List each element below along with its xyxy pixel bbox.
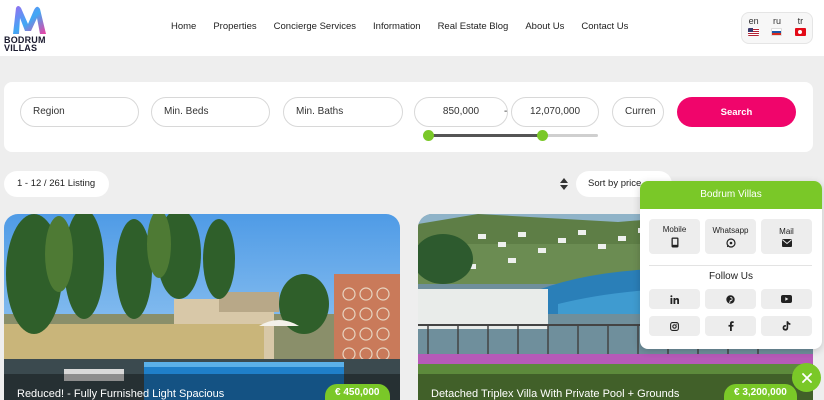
- price-min-input[interactable]: 850,000: [414, 97, 508, 127]
- lang-code: tr: [797, 16, 804, 26]
- phone-icon: [671, 237, 678, 248]
- price-max-input[interactable]: 12,070,000: [511, 97, 599, 127]
- site-header: BODRUM VILLAS Home Properties Concierge …: [0, 0, 824, 56]
- nav-about-us[interactable]: About Us: [525, 21, 564, 32]
- whatsapp-label: Whatsapp: [712, 225, 749, 235]
- main-nav: Home Properties Concierge Services Infor…: [171, 21, 628, 32]
- facebook-icon: [728, 321, 734, 331]
- property-title[interactable]: Reduced! - Fully Furnished Light Spaciou…: [17, 388, 224, 400]
- lang-tr[interactable]: tr: [794, 16, 806, 43]
- youtube-button[interactable]: [761, 289, 812, 309]
- close-icon: [801, 372, 812, 383]
- sort-arrows-icon[interactable]: [559, 177, 569, 191]
- youtube-icon: [781, 295, 792, 303]
- mobile-label: Mobile: [662, 225, 687, 234]
- lang-ru[interactable]: ru: [771, 16, 783, 43]
- bodrum-villas-logo[interactable]: BODRUM VILLAS: [4, 4, 56, 54]
- nav-information[interactable]: Information: [373, 21, 421, 32]
- nav-properties[interactable]: Properties: [213, 21, 256, 32]
- turkey-flag-icon: [794, 28, 806, 36]
- instagram-button[interactable]: [649, 316, 700, 336]
- facebook-button[interactable]: [705, 316, 756, 336]
- mobile-button[interactable]: Mobile: [649, 219, 700, 254]
- mail-icon: [781, 238, 792, 247]
- property-card[interactable]: Reduced! - Fully Furnished Light Spaciou…: [4, 214, 400, 400]
- currency-select[interactable]: Curren: [612, 97, 664, 127]
- pinterest-button[interactable]: [705, 289, 756, 309]
- search-panel: Region Min. Beds Min. Baths 850,000 - 12…: [4, 82, 813, 152]
- uk-flag-icon: [748, 28, 760, 36]
- property-photo: [4, 214, 400, 400]
- lang-code: ru: [772, 16, 781, 26]
- listing-count: 1 - 12 / 261 Listing: [4, 171, 109, 197]
- lang-en[interactable]: en: [748, 16, 760, 43]
- nav-concierge-services[interactable]: Concierge Services: [274, 21, 356, 32]
- price-range-separator: -: [504, 106, 508, 117]
- whatsapp-button[interactable]: Whatsapp: [705, 219, 756, 254]
- linkedin-button[interactable]: [649, 289, 700, 309]
- nav-home[interactable]: Home: [171, 21, 196, 32]
- price-slider-range: [428, 134, 543, 137]
- min-beds-select[interactable]: Min. Beds: [151, 97, 270, 127]
- mail-label: Mail: [779, 226, 794, 236]
- logo-mark-icon: [13, 6, 46, 34]
- price-slider-max-handle[interactable]: [537, 130, 548, 141]
- language-switcher: en ru tr: [741, 12, 813, 44]
- nav-contact-us[interactable]: Contact Us: [581, 21, 628, 32]
- widget-divider: [649, 265, 812, 266]
- follow-us-heading: Follow Us: [709, 271, 753, 282]
- tiktok-button[interactable]: [761, 316, 812, 336]
- pinterest-icon: [726, 294, 735, 304]
- whatsapp-icon: [725, 237, 736, 248]
- lang-code: en: [748, 16, 759, 26]
- contact-widget: Bodrum Villas Mobile Whatsapp Mail Follo…: [640, 181, 822, 349]
- min-baths-select[interactable]: Min. Baths: [283, 97, 403, 127]
- price-slider-min-handle[interactable]: [423, 130, 434, 141]
- instagram-icon: [670, 321, 679, 331]
- search-button[interactable]: Search: [677, 97, 796, 127]
- region-select[interactable]: Region: [20, 97, 139, 127]
- linkedin-icon: [670, 294, 679, 304]
- logo-text: BODRUM VILLAS: [4, 35, 46, 53]
- russia-flag-icon: [771, 28, 783, 36]
- nav-real-estate-blog[interactable]: Real Estate Blog: [438, 21, 509, 32]
- widget-title: Bodrum Villas: [640, 181, 822, 209]
- close-widget-button[interactable]: [792, 363, 821, 392]
- mail-button[interactable]: Mail: [761, 219, 812, 254]
- property-title[interactable]: Detached Triplex Villa With Private Pool…: [431, 388, 679, 400]
- tiktok-icon: [782, 321, 791, 331]
- property-price: € 450,000: [325, 384, 390, 400]
- property-price: € 3,200,000: [724, 384, 797, 400]
